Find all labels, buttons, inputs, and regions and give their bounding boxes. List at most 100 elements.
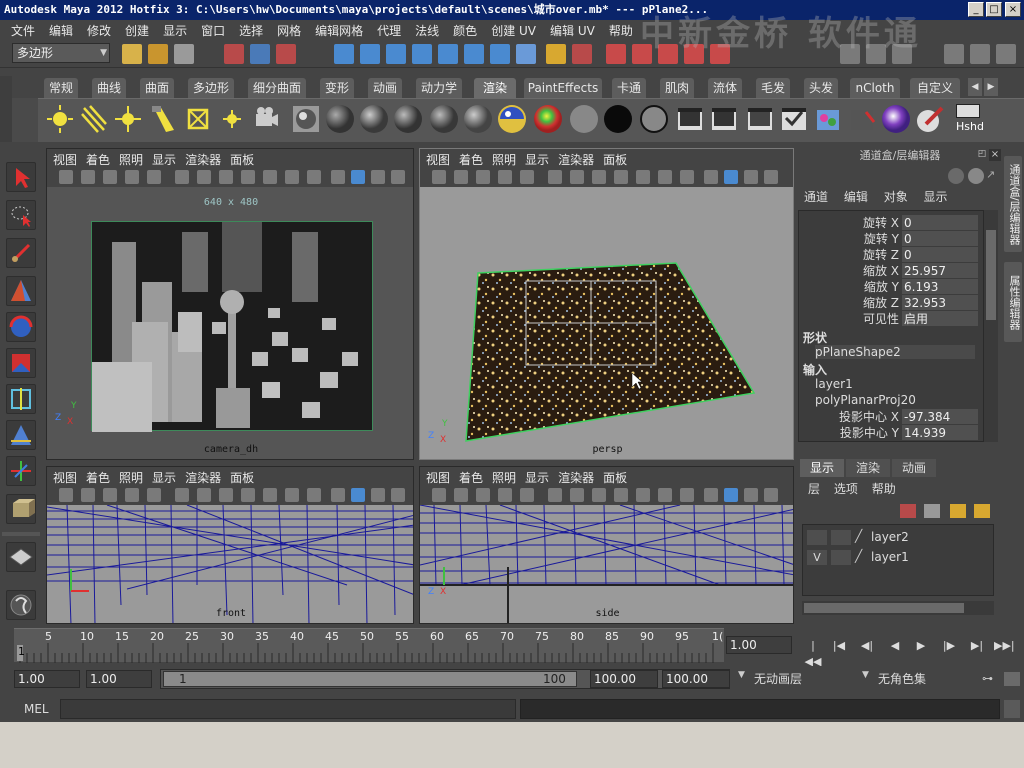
open-scene-icon[interactable] bbox=[148, 44, 168, 64]
playback-start-field[interactable]: 1.00 bbox=[86, 670, 152, 688]
layer-menu-options[interactable]: 选项 bbox=[834, 482, 858, 496]
script-editor-icon[interactable] bbox=[1004, 700, 1020, 718]
lock-icon[interactable] bbox=[546, 44, 566, 64]
hypershade-shelf-icon[interactable] bbox=[812, 102, 844, 136]
vp1-2d-pan-icon[interactable] bbox=[125, 170, 139, 184]
cb-menu-object[interactable]: 对象 bbox=[884, 190, 908, 204]
vp2-gate-mask-icon[interactable] bbox=[614, 170, 628, 184]
vp2-menu-show[interactable]: 显示 bbox=[525, 151, 558, 168]
layer-name[interactable]: layer2 bbox=[871, 530, 909, 544]
vp4-gate-mask-icon[interactable] bbox=[614, 488, 628, 502]
show-tool-settings-icon[interactable] bbox=[866, 44, 886, 64]
ipr-icon[interactable] bbox=[708, 102, 740, 136]
vp2-grid-icon[interactable] bbox=[548, 170, 562, 184]
vp2-safe-action-icon[interactable] bbox=[658, 170, 672, 184]
menu-set-select[interactable]: 多边形 ▼ bbox=[12, 43, 110, 63]
help-icon[interactable] bbox=[516, 44, 536, 64]
vp2-camera-attr-icon[interactable] bbox=[432, 170, 446, 184]
single-pane-layout-icon[interactable] bbox=[6, 542, 36, 572]
shelf-tab-deformation[interactable]: 变形 bbox=[320, 78, 354, 98]
render-settings-icon[interactable] bbox=[658, 44, 678, 64]
cb-input-polyplanarproj[interactable]: polyPlanarProj20 bbox=[815, 393, 916, 407]
vp2-smooth-shade-icon[interactable] bbox=[724, 170, 738, 184]
save-scene-icon[interactable] bbox=[174, 44, 194, 64]
menu-select[interactable]: 选择 bbox=[232, 22, 270, 39]
cb-input-layer1[interactable]: layer1 bbox=[815, 377, 853, 391]
shelf-scroll-left-icon[interactable]: ◀ bbox=[968, 78, 982, 96]
vp3-gate-mask-icon[interactable] bbox=[241, 488, 255, 502]
render-current-icon[interactable] bbox=[606, 44, 626, 64]
vp1-menu-view[interactable]: 视图 bbox=[53, 151, 86, 168]
vp1-menu-lighting[interactable]: 照明 bbox=[119, 151, 152, 168]
step-back-frame-icon[interactable]: ◀| bbox=[858, 638, 876, 654]
layer-menu-help[interactable]: 帮助 bbox=[872, 482, 896, 496]
vp3-menu-view[interactable]: 视图 bbox=[53, 469, 86, 486]
output-ops-icon[interactable] bbox=[490, 44, 510, 64]
lambert-icon[interactable] bbox=[324, 102, 356, 136]
anim-layer-select[interactable]: 无动画层 bbox=[754, 670, 858, 688]
shelf-tab-fluids[interactable]: 流体 bbox=[708, 78, 742, 98]
vp1-grease-pencil-icon[interactable] bbox=[147, 170, 161, 184]
side-tab-channel-box[interactable]: 通道盒/层编辑器 bbox=[1004, 156, 1022, 252]
shelf-tab-dynamics[interactable]: 动力学 bbox=[416, 78, 462, 98]
step-back-key-icon[interactable]: |◀ bbox=[830, 638, 848, 654]
vp4-hud-icon[interactable] bbox=[680, 488, 694, 502]
vp1-textured-icon[interactable] bbox=[391, 170, 405, 184]
vp2-2d-pan-icon[interactable] bbox=[498, 170, 512, 184]
go-to-end-icon[interactable]: ▶▶| bbox=[994, 638, 1015, 654]
vp4-menu-panels[interactable]: 面板 bbox=[603, 469, 636, 486]
phong-icon[interactable] bbox=[392, 102, 424, 136]
soft-modification-icon[interactable] bbox=[6, 420, 36, 450]
shelf-tab-animation[interactable]: 动画 bbox=[368, 78, 402, 98]
viewport-front[interactable]: 视图 着色 照明 显示 渲染器 面板 front bbox=[46, 466, 414, 624]
shelf-tab-curves[interactable]: 曲线 bbox=[92, 78, 126, 98]
layer-hscrollbar[interactable] bbox=[802, 601, 994, 615]
cb-value[interactable]: 14.939 bbox=[902, 425, 978, 440]
cb-value[interactable]: 0 bbox=[902, 215, 978, 230]
shelf-tab-hair[interactable]: 头发 bbox=[804, 78, 838, 98]
snap-plane-icon[interactable] bbox=[412, 44, 432, 64]
time-slider[interactable]: 5 10 15 20 25 30 35 40 45 50 55 60 65 70… bbox=[14, 628, 724, 663]
layer-tab-display[interactable]: 显示 bbox=[800, 459, 844, 477]
vp3-camera-attr-icon[interactable] bbox=[59, 488, 73, 502]
camera-icon[interactable] bbox=[250, 102, 282, 136]
vp1-menu-panels[interactable]: 面板 bbox=[230, 151, 263, 168]
layer-row[interactable]: ╱ layer2 bbox=[805, 529, 991, 547]
history-icon[interactable] bbox=[438, 44, 458, 64]
vp2-film-gate-icon[interactable] bbox=[570, 170, 584, 184]
render-view-shelf-icon[interactable] bbox=[846, 102, 878, 136]
menu-display[interactable]: 显示 bbox=[156, 22, 194, 39]
vp1-field-chart-icon[interactable] bbox=[263, 170, 277, 184]
viewport-persp[interactable]: 视图 着色 照明 显示 渲染器 面板 X Y Z persp bbox=[419, 148, 794, 460]
attribute-toggle-icon[interactable] bbox=[968, 168, 984, 184]
viewport-camera-canvas[interactable]: 640 x 480 X Y Z camera_dh bbox=[47, 187, 413, 459]
vp1-wire-on-shaded-icon[interactable] bbox=[371, 170, 385, 184]
vp1-menu-shading[interactable]: 着色 bbox=[86, 151, 119, 168]
cb-row-scale-y[interactable]: 缩放 Y 6.193 bbox=[799, 279, 979, 295]
menu-modify[interactable]: 修改 bbox=[80, 22, 118, 39]
vp4-film-gate-icon[interactable] bbox=[570, 488, 584, 502]
render-settings-shelf-icon[interactable] bbox=[778, 102, 810, 136]
vp4-menu-view[interactable]: 视图 bbox=[426, 469, 459, 486]
vp4-wire-on-shaded-icon[interactable] bbox=[744, 488, 758, 502]
vp3-menu-renderer[interactable]: 渲染器 bbox=[185, 469, 230, 486]
vp4-textured-icon[interactable] bbox=[764, 488, 778, 502]
shelf-tab-surfaces[interactable]: 曲面 bbox=[140, 78, 174, 98]
animation-preferences-icon[interactable] bbox=[1004, 672, 1020, 686]
use-background-icon[interactable] bbox=[602, 102, 634, 136]
layout-icon[interactable] bbox=[970, 44, 990, 64]
cb-value[interactable]: -97.384 bbox=[902, 409, 978, 424]
layer-toggle-icon[interactable]: ↗ bbox=[986, 168, 1000, 184]
layer-menu-layers[interactable]: 层 bbox=[808, 482, 820, 496]
menu-mesh[interactable]: 网格 bbox=[270, 22, 308, 39]
menu-color[interactable]: 颜色 bbox=[446, 22, 484, 39]
layer-visibility-toggle[interactable]: V bbox=[807, 550, 827, 565]
vp3-menu-show[interactable]: 显示 bbox=[152, 469, 185, 486]
vp3-bookmark-icon[interactable] bbox=[81, 488, 95, 502]
vp1-bookmark-icon[interactable] bbox=[81, 170, 95, 184]
vp3-grease-pencil-icon[interactable] bbox=[147, 488, 161, 502]
vp1-safe-action-icon[interactable] bbox=[285, 170, 299, 184]
cb-row-rotate-x[interactable]: 旋转 X0 bbox=[799, 215, 979, 231]
vp2-image-plane-icon[interactable] bbox=[476, 170, 490, 184]
shelf-tab-toon[interactable]: 卡通 bbox=[612, 78, 646, 98]
